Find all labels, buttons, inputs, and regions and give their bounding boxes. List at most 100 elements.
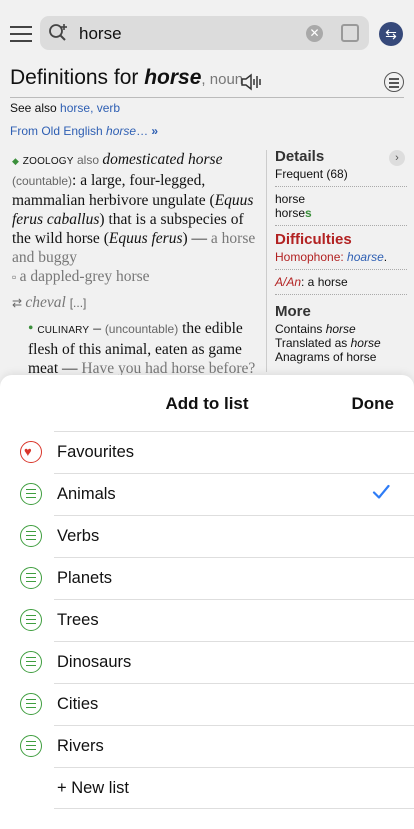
see-also: See also horse, verb xyxy=(10,101,120,115)
row-separator xyxy=(54,473,414,474)
bullet-icon: • xyxy=(28,320,34,337)
clear-search-icon[interactable]: ✕ xyxy=(306,25,323,42)
also-term: domesticated horse xyxy=(102,151,223,168)
homophone-label: Homophone: xyxy=(275,250,348,264)
pronunciation-speaker-icon[interactable] xyxy=(240,72,264,92)
frequency: Frequent (68) xyxy=(275,167,348,181)
list-icon xyxy=(20,483,42,505)
row-separator xyxy=(54,431,414,432)
row-separator xyxy=(54,683,414,684)
more-heading: More xyxy=(275,303,311,320)
part-of-speech: , noun xyxy=(201,71,244,88)
word-form: horse xyxy=(275,192,306,206)
contains-word: horse xyxy=(325,322,356,336)
example: a dappled-grey horse xyxy=(19,268,150,285)
search-input[interactable]: horse xyxy=(79,24,122,44)
origin-word: horse xyxy=(106,124,137,138)
title-prefix: Definitions for xyxy=(10,66,145,89)
list-item-trees[interactable]: Trees xyxy=(0,599,414,641)
row-separator xyxy=(54,767,414,768)
title-word: horse xyxy=(144,66,202,89)
list-icon xyxy=(20,735,42,757)
list-picker: ♥ Favourites Animals Verbs Planets Trees xyxy=(0,431,414,809)
list-icon xyxy=(20,693,42,715)
add-to-list-sheet: Add to list Done ♥ Favourites Animals Ve… xyxy=(0,375,414,829)
translation-row[interactable]: ⇄ cheval [...] xyxy=(12,293,262,313)
article-label: A/An xyxy=(275,275,302,289)
see-also-label: See also xyxy=(10,101,61,115)
list-item-label: Dinosaurs xyxy=(57,653,132,671)
details-sidebar: Details › Frequent (68) horse horses Dif… xyxy=(275,148,407,364)
double-chevron-icon: » xyxy=(151,124,159,138)
word-form-plural: horses xyxy=(275,206,407,220)
contains-label: Contains xyxy=(275,322,326,336)
article-usage: A/An: a horse xyxy=(275,275,407,289)
definition-1: ◆ ZOOLOGY also domesticated horse (count… xyxy=(12,151,256,285)
list-item-rivers[interactable]: Rivers xyxy=(0,725,414,767)
definition-2: • CULINARY – (uncountable) the edible fl… xyxy=(28,320,256,377)
anagrams[interactable]: Anagrams of horse xyxy=(275,350,407,364)
list-item-label: Verbs xyxy=(57,527,100,545)
page-title: Definitions for horse, noun xyxy=(10,66,243,90)
search-plus-icon[interactable] xyxy=(48,23,68,43)
list-icon xyxy=(20,525,42,547)
new-list-label: + New list xyxy=(57,779,129,797)
list-icon xyxy=(20,609,42,631)
definition-text: ) — xyxy=(182,230,211,247)
scan-text-icon[interactable] xyxy=(341,24,359,42)
origin-text: From Old English xyxy=(10,124,107,138)
contains[interactable]: Contains horse xyxy=(275,322,407,336)
translated-word: horse xyxy=(350,336,381,350)
list-item-label: Planets xyxy=(57,569,113,587)
chevron-right-icon[interactable]: › xyxy=(389,150,405,166)
etymology-link[interactable]: From Old English horse… » xyxy=(10,124,158,138)
translation: cheval xyxy=(25,294,66,311)
search-field[interactable]: horse ✕ xyxy=(40,16,369,50)
homophone-end: . xyxy=(383,250,388,264)
domain-label: ZOOLOGY xyxy=(22,156,74,167)
list-item-label: Rivers xyxy=(57,737,104,755)
row-separator xyxy=(54,808,414,809)
list-icon xyxy=(20,567,42,589)
title-divider xyxy=(10,97,404,98)
translated-as[interactable]: Translated as horse xyxy=(275,336,407,350)
scientific-name: Equus ferus xyxy=(108,230,183,247)
homophone: Homophone: hoarse. xyxy=(275,250,407,264)
hamburger-menu-icon[interactable] xyxy=(10,26,32,42)
difficulties-heading: Difficulties xyxy=(275,231,352,248)
also-label: also xyxy=(73,153,103,167)
origin-ellipsis: … xyxy=(136,124,149,138)
details-heading: Details xyxy=(275,148,325,165)
bullet-icon: ◆ xyxy=(12,156,19,166)
swap-language-icon[interactable]: ⇆ xyxy=(379,22,403,46)
see-also-link[interactable]: horse, verb xyxy=(60,101,120,115)
options-menu-icon[interactable] xyxy=(384,72,404,92)
checkmark-icon xyxy=(372,484,390,499)
homophone-word[interactable]: hoarse xyxy=(347,250,384,264)
new-list-button[interactable]: + New list xyxy=(0,767,414,809)
definitions-column: ◆ ZOOLOGY also domesticated horse (count… xyxy=(12,150,262,384)
list-item-animals[interactable]: Animals xyxy=(0,473,414,515)
list-item-label: Animals xyxy=(57,485,116,503)
top-bar: horse ✕ ⇆ xyxy=(0,14,414,54)
grammar-label: (countable) xyxy=(12,174,73,188)
list-item-label: Trees xyxy=(57,611,99,629)
plural-stem: horse xyxy=(275,206,306,220)
list-item-verbs[interactable]: Verbs xyxy=(0,515,414,557)
plural-suffix: s xyxy=(305,206,312,220)
row-separator xyxy=(54,725,414,726)
done-button[interactable]: Done xyxy=(352,394,395,414)
domain-label: CULINARY xyxy=(37,325,90,336)
row-separator xyxy=(54,557,414,558)
list-item-planets[interactable]: Planets xyxy=(0,557,414,599)
list-item-cities[interactable]: Cities xyxy=(0,683,414,725)
grammar-label: (uncountable) xyxy=(104,322,179,336)
row-separator xyxy=(54,641,414,642)
heart-icon: ♥ xyxy=(20,441,42,463)
list-item-favourites[interactable]: ♥ Favourites xyxy=(0,431,414,473)
more-translations[interactable]: [...] xyxy=(70,296,87,310)
column-divider xyxy=(266,150,267,372)
list-item-dinosaurs[interactable]: Dinosaurs xyxy=(0,641,414,683)
list-icon xyxy=(20,651,42,673)
list-item-label: Cities xyxy=(57,695,99,713)
